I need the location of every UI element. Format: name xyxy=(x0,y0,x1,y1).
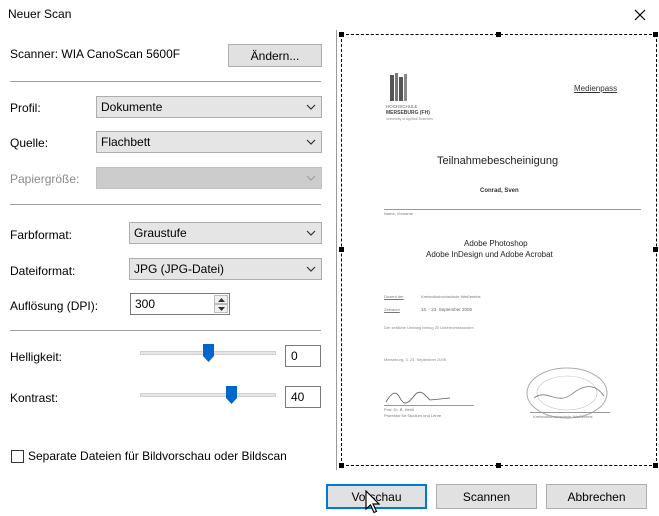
file-format-value: JPG (JPG-Datei) xyxy=(134,262,225,276)
row2-label: Zeitraum xyxy=(384,307,400,312)
resolution-spinner[interactable]: 300 xyxy=(130,293,230,315)
resize-handle[interactable] xyxy=(339,32,344,37)
place-date: Merseburg, 3. 23. September 2005 xyxy=(384,357,447,362)
resize-handle[interactable] xyxy=(653,32,658,37)
window-title: Neuer Scan xyxy=(8,7,72,21)
chevron-down-icon xyxy=(306,175,316,181)
logo-text-line3: University of Applied Sciences xyxy=(386,117,433,121)
signature-line-left xyxy=(384,405,474,406)
profile-label: Profil: xyxy=(10,101,41,115)
slider-track xyxy=(140,393,276,397)
spin-up-button[interactable] xyxy=(214,295,228,304)
separator xyxy=(10,204,321,205)
resize-handle[interactable] xyxy=(653,463,658,468)
resize-handle[interactable] xyxy=(339,247,344,252)
file-format-label: Dateiformat: xyxy=(10,264,76,278)
paper-size-label: Papiergröße: xyxy=(10,172,80,186)
resize-handle[interactable] xyxy=(339,463,344,468)
profile-value: Dokumente xyxy=(101,100,163,114)
brightness-label: Helligkeit: xyxy=(10,350,63,364)
paper-size-dropdown xyxy=(96,167,322,189)
document-header-right: Medienpass xyxy=(574,84,618,93)
scanner-label: Scanner: WIA CanoScan 5600F xyxy=(10,47,181,61)
resolution-value: 300 xyxy=(135,297,156,311)
separator xyxy=(10,81,321,82)
course-line2: Adobe InDesign und Adobe Acrobat xyxy=(426,250,553,259)
chevron-up-icon xyxy=(217,297,225,302)
close-icon xyxy=(634,9,646,21)
color-format-label: Farbformat: xyxy=(10,228,73,242)
source-dropdown[interactable]: Flachbett xyxy=(96,131,322,153)
source-label: Quelle: xyxy=(10,136,49,150)
brightness-slider[interactable] xyxy=(140,342,276,362)
row1-label: Dozent der xyxy=(384,294,404,299)
name-caption: Name, Vorname xyxy=(384,211,413,216)
color-format-value: Graustufe xyxy=(134,226,187,240)
separate-files-label: Separate Dateien für Bildvorschau oder B… xyxy=(28,449,287,463)
source-value: Flachbett xyxy=(101,135,151,149)
resolution-label: Auflösung (DPI): xyxy=(10,299,99,313)
preview-area[interactable]: HOCHSCHULE MERSEBURG (FH) University of … xyxy=(336,30,659,470)
separate-files-checkbox[interactable] xyxy=(11,450,24,463)
scan-button[interactable]: Scannen xyxy=(436,484,537,509)
profile-dropdown[interactable]: Dokumente xyxy=(96,96,322,118)
name-underline xyxy=(384,209,641,210)
signature-line-right xyxy=(530,412,610,413)
university-logo-icon xyxy=(390,73,407,101)
brightness-value: 0 xyxy=(291,349,298,363)
signature-left-role: Prorektor für Studium und Lehre xyxy=(384,413,442,418)
chevron-down-icon xyxy=(306,230,316,236)
contrast-value: 40 xyxy=(291,390,305,404)
row2-value: 16. - 23. September 2005 xyxy=(421,307,473,312)
signature-left-name: Prof. Dr. B. Heidl xyxy=(384,407,414,412)
title-bar: Neuer Scan xyxy=(0,0,659,30)
cancel-button[interactable]: Abbrechen xyxy=(546,484,647,509)
color-format-dropdown[interactable]: Graustufe xyxy=(129,222,322,244)
file-format-dropdown[interactable]: JPG (JPG-Datei) xyxy=(129,258,322,280)
resize-handle[interactable] xyxy=(496,463,501,468)
change-scanner-button[interactable]: Ändern... xyxy=(228,44,322,67)
brightness-input[interactable]: 0 xyxy=(285,345,321,367)
resize-handle[interactable] xyxy=(653,247,658,252)
row3-text: Der zeitliche Umfang betrug 20 Unterrich… xyxy=(384,325,474,330)
close-button[interactable] xyxy=(629,4,651,26)
logo-text-line1: HOCHSCHULE xyxy=(386,104,418,109)
document-name: Conrad, Sven xyxy=(480,188,519,194)
contrast-slider[interactable] xyxy=(140,384,276,404)
spin-down-button[interactable] xyxy=(214,304,228,313)
chevron-down-icon xyxy=(306,266,316,272)
slider-thumb[interactable] xyxy=(226,386,237,404)
mouse-cursor-icon xyxy=(365,490,381,514)
slider-thumb[interactable] xyxy=(203,344,214,362)
resize-handle[interactable] xyxy=(496,32,501,37)
logo-text-line2: MERSEBURG (FH) xyxy=(386,110,430,116)
chevron-down-icon xyxy=(217,306,225,311)
contrast-input[interactable]: 40 xyxy=(285,386,321,408)
row1-value: Kreisvolkshochschule Weißenfels xyxy=(421,294,481,299)
chevron-down-icon xyxy=(306,104,316,110)
document-title: Teilnahmebescheinigung xyxy=(437,155,559,167)
chevron-down-icon xyxy=(306,139,316,145)
separator xyxy=(10,330,321,331)
contrast-label: Kontrast: xyxy=(10,391,59,405)
signature-right-role: Kreisvolkshochschule Weißenfels xyxy=(533,414,593,419)
course-line1: Adobe Photoshop xyxy=(464,239,528,248)
